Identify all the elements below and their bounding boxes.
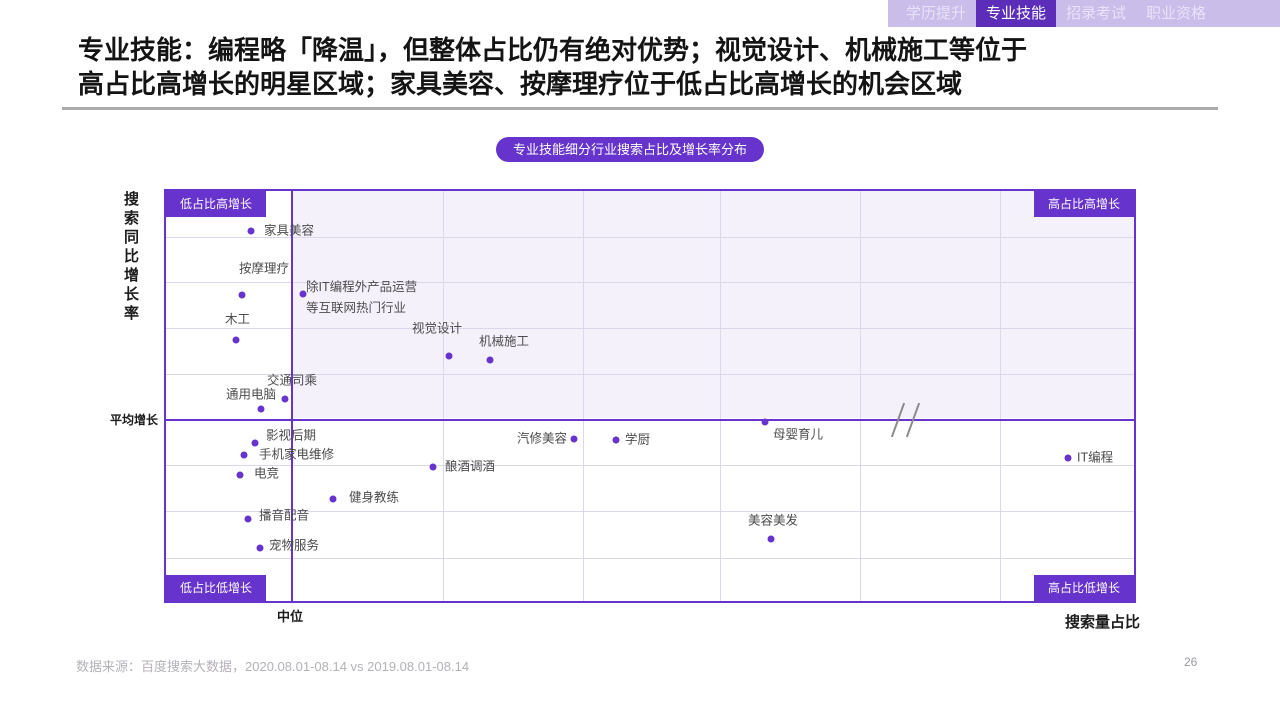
data-point-label: 机械施工: [479, 332, 529, 353]
chart-title-badge: 专业技能细分行业搜索占比及增长率分布: [496, 137, 764, 162]
x-axis-label: 搜索量占比: [1065, 611, 1140, 632]
data-point-label: 除IT编程外产品运营 等互联网热门行业: [306, 277, 417, 319]
title-divider: [62, 107, 1218, 110]
page-number: 26: [1184, 655, 1197, 669]
data-point: [330, 496, 337, 503]
gridline-horizontal: [166, 328, 1134, 329]
data-point: [1065, 455, 1072, 462]
tab-education-upgrade[interactable]: 学历提升: [896, 0, 976, 27]
quadrant-badge-top-left: 低占比高增长: [166, 191, 266, 217]
data-point-label: 酿酒调酒: [445, 457, 495, 478]
data-point-label: 播音配音: [259, 506, 309, 527]
data-point-label: 家具美容: [264, 221, 314, 242]
data-point-label: 母婴育儿: [773, 425, 823, 446]
data-point: [446, 353, 453, 360]
data-point-label: 视觉设计: [412, 319, 462, 340]
data-source: 数据来源：百度搜索大数据，2020.08.01-08.14 vs 2019.08…: [76, 656, 469, 675]
data-point-label: 健身教练: [349, 488, 399, 509]
gridline-horizontal: [166, 558, 1134, 559]
data-point-label: 电竞: [254, 464, 279, 485]
data-point: [768, 536, 775, 543]
gridline-vertical: [443, 191, 444, 601]
data-point: [430, 464, 437, 471]
data-point: [571, 436, 578, 443]
data-point: [237, 472, 244, 479]
gridline-vertical: [860, 191, 861, 601]
data-point: [241, 452, 248, 459]
data-point: [233, 337, 240, 344]
tab-vocational-qualification[interactable]: 职业资格: [1136, 0, 1216, 27]
gridline-vertical: [720, 191, 721, 601]
nav-tabbar: 学历提升专业技能招录考试职业资格: [888, 0, 1280, 27]
gridline-vertical: [583, 191, 584, 601]
slide: 学历提升专业技能招录考试职业资格 专业技能：编程略「降温」，但整体占比仍有绝对优…: [0, 0, 1280, 720]
average-growth-line: [166, 419, 1134, 421]
gridline-vertical: [1000, 191, 1001, 601]
data-point: [257, 545, 264, 552]
data-point: [487, 357, 494, 364]
tab-professional-skills[interactable]: 专业技能: [976, 0, 1056, 27]
data-point-label: 学厨: [625, 430, 650, 451]
data-point-label: 通用电脑: [226, 385, 276, 406]
quadrant-badge-top-right: 高占比高增长: [1034, 191, 1134, 217]
data-point: [762, 419, 769, 426]
data-point-label: 影视后期: [266, 426, 316, 447]
plot-area: 低占比高增长 高占比高增长低占比低增长 高占比低增长 家具美容按摩理疗木工 除IT编程外…: [164, 189, 1136, 603]
x-ref-label: 中位: [277, 606, 303, 625]
quadrant-shade-top-right: [292, 191, 1134, 418]
y-ref-label: 平均增长: [96, 411, 158, 428]
data-point-label: 宠物服务: [269, 536, 319, 557]
tab-recruit-exam[interactable]: 招录考试: [1056, 0, 1136, 27]
data-point-label: 汽修美容: [517, 429, 567, 450]
data-point: [248, 228, 255, 235]
gridline-horizontal: [166, 511, 1134, 512]
data-point: [282, 396, 289, 403]
data-point-label: 手机家电维修: [259, 445, 334, 466]
data-point-label: 木工: [225, 310, 250, 331]
data-point: [613, 437, 620, 444]
data-point-label: 按摩理疗: [239, 259, 289, 280]
y-axis-label: 搜索同比增长率: [120, 191, 141, 324]
data-point: [245, 516, 252, 523]
data-point-label: 美容美发: [748, 511, 798, 532]
data-point: [258, 406, 265, 413]
data-point: [239, 292, 246, 299]
data-point: [252, 440, 259, 447]
slide-title: 专业技能：编程略「降温」，但整体占比仍有绝对优势；视觉设计、机械施工等位于 高占…: [78, 33, 1218, 101]
data-point-label: IT编程: [1077, 448, 1113, 469]
quadrant-badge-bottom-left: 低占比低增长: [166, 575, 266, 601]
quadrant-badge-bottom-right: 高占比低增长: [1034, 575, 1134, 601]
